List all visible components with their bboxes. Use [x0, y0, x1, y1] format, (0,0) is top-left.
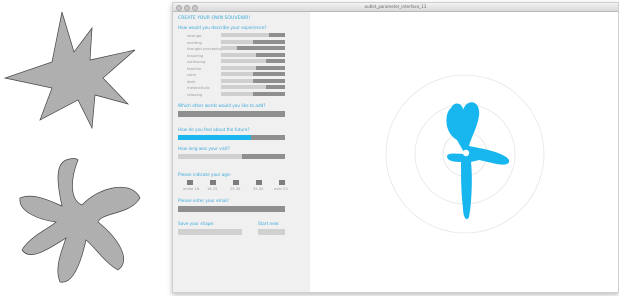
- save-shape-button[interactable]: [178, 229, 242, 235]
- title-bar: outlet_parameter_interface_13: [173, 3, 618, 12]
- attribute-label: inspiring: [187, 52, 204, 58]
- attribute-label: familiar: [187, 65, 202, 71]
- save-shape-label: Save your shape:: [178, 221, 215, 226]
- sample-shapes: [3, 11, 141, 283]
- attribute-label: thought provoking: [187, 46, 222, 51]
- attribute-slider-dark[interactable]: [221, 78, 285, 83]
- words-input[interactable]: [178, 111, 285, 117]
- future-slider[interactable]: [178, 135, 285, 140]
- age-label: 35-50: [253, 187, 264, 191]
- attribute-label: strange: [187, 33, 202, 38]
- age-label: 18-25: [207, 187, 218, 191]
- question-words: Which other words would you like to add?: [178, 103, 266, 108]
- souvenir-visualization: [385, 74, 545, 234]
- attribute-label: relaxing: [187, 91, 203, 97]
- start-new-button[interactable]: [258, 229, 285, 235]
- question-visit: How long was your visit?: [178, 146, 230, 151]
- attribute-label: confusing: [187, 59, 206, 64]
- age-label: 25-35: [230, 187, 241, 191]
- star-shape: [3, 11, 136, 130]
- attribute-label: melancholic: [187, 85, 210, 90]
- attribute-label: dark: [187, 78, 196, 84]
- question-email: Please enter your email:: [178, 198, 230, 203]
- attribute-slider-inspiring[interactable]: [221, 52, 285, 57]
- question-age: Please indicate your age:: [178, 172, 231, 177]
- attribute-slider-familiar[interactable]: [221, 65, 285, 70]
- question-future: How do you feel about the future?: [178, 127, 250, 132]
- age-label: under 18: [183, 187, 200, 191]
- control-panel: CREATE YOUR OWN SOUVENIR! How would you …: [173, 12, 310, 292]
- souvenir-shape[interactable]: [446, 102, 510, 220]
- age-option-25-35[interactable]: [233, 180, 239, 185]
- window-title: outlet_parameter_interface_13: [364, 4, 427, 9]
- attribute-slider-strange[interactable]: [221, 33, 285, 37]
- start-new-label: Start new:: [258, 221, 280, 226]
- question-experience: How would you describe your experience?: [178, 25, 267, 30]
- attribute-slider-relaxing[interactable]: [221, 91, 285, 96]
- future-slider-fill: [178, 135, 251, 140]
- shape-canvas[interactable]: [311, 12, 618, 292]
- visit-slider-fill: [178, 154, 243, 159]
- flower-shape: [19, 158, 141, 283]
- attribute-slider-exciting[interactable]: [221, 39, 285, 44]
- attribute-slider-thought-provoking[interactable]: [221, 46, 285, 50]
- age-option-under-18[interactable]: [187, 180, 193, 185]
- panel-heading: CREATE YOUR OWN SOUVENIR!: [178, 16, 251, 21]
- attribute-slider-confusing[interactable]: [221, 59, 285, 63]
- attribute-slider-melancholic[interactable]: [221, 85, 285, 89]
- attribute-slider-calm[interactable]: [221, 72, 285, 76]
- center-point: [462, 149, 470, 157]
- age-option-over-50[interactable]: [279, 180, 285, 185]
- app-window: outlet_parameter_interface_13 CREATE YOU…: [172, 2, 619, 293]
- visit-slider[interactable]: [178, 154, 285, 159]
- age-option-18-25[interactable]: [210, 180, 216, 185]
- attribute-label: exciting: [187, 39, 202, 45]
- age-label: over 50: [274, 187, 288, 191]
- attribute-label: calm: [187, 72, 197, 77]
- email-input[interactable]: [178, 206, 285, 212]
- age-option-35-50[interactable]: [256, 180, 262, 185]
